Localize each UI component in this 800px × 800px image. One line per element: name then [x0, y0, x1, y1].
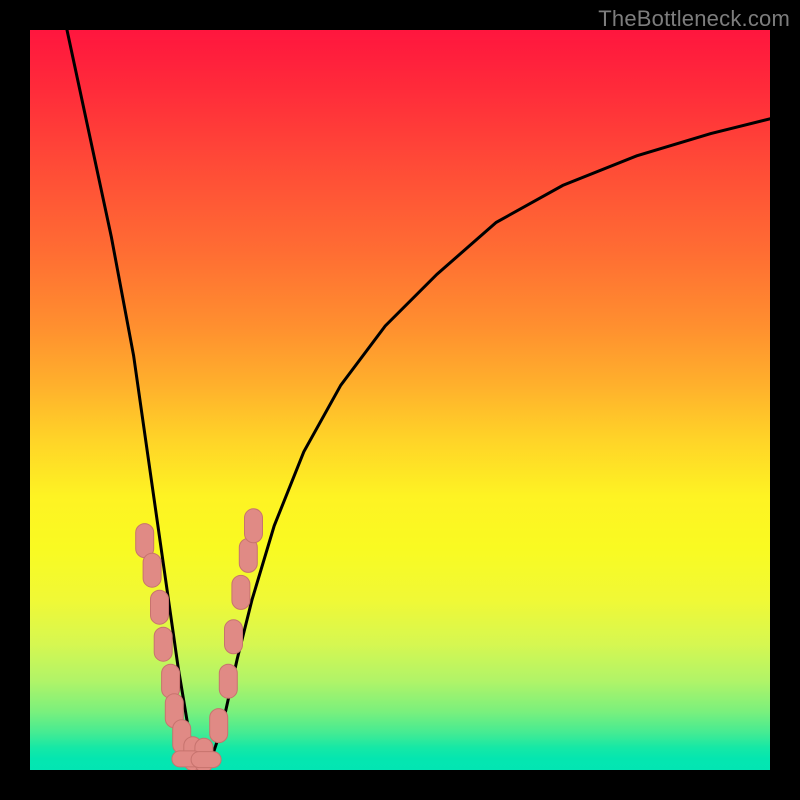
outer-frame: TheBottleneck.com	[0, 0, 800, 800]
watermark-text: TheBottleneck.com	[598, 6, 790, 32]
plot-background	[30, 30, 770, 770]
